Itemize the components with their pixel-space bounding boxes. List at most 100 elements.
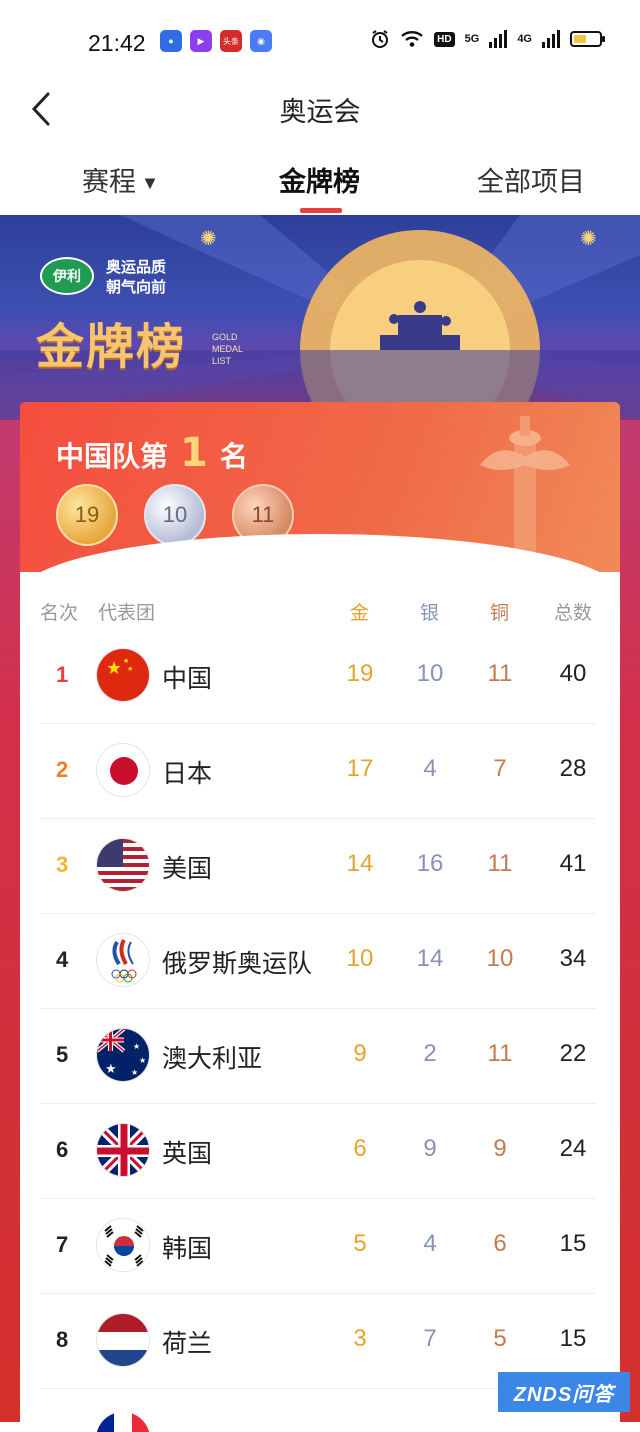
row-gold: 6 bbox=[353, 1135, 367, 1162]
tab-all-events[interactable]: 全部项目 bbox=[477, 160, 585, 199]
row-silver: 14 bbox=[416, 945, 444, 972]
row-team-name: 韩国 bbox=[162, 1234, 213, 1263]
uk-flag-icon bbox=[96, 1123, 150, 1177]
china-rank-text: 中国队第 1 名 bbox=[56, 430, 248, 476]
row-gold: 14 bbox=[346, 850, 374, 877]
netherlands-flag-icon bbox=[96, 1313, 150, 1367]
row-bronze: 11 bbox=[487, 850, 513, 877]
row-silver: 4 bbox=[423, 1230, 437, 1257]
rank-suffix: 名 bbox=[219, 440, 248, 473]
znds-watermark: ZNDS问答 bbox=[498, 1372, 630, 1412]
qq-app-icon: ◉ bbox=[250, 30, 272, 52]
header-total: 总数 bbox=[554, 602, 593, 624]
svg-text:★: ★ bbox=[133, 1042, 140, 1051]
usa-flag-icon bbox=[96, 838, 150, 892]
svg-text:★: ★ bbox=[131, 1068, 138, 1077]
row-total: 22 bbox=[559, 1040, 587, 1067]
tab-medal-table[interactable]: 金牌榜 bbox=[279, 160, 360, 199]
silver-medal-badge: 10 bbox=[144, 484, 206, 546]
toutiao-app-icon: 头条 bbox=[220, 30, 242, 52]
header-silver: 银 bbox=[420, 602, 440, 624]
row-silver: 9 bbox=[423, 1135, 437, 1162]
row-total: 28 bbox=[559, 755, 587, 782]
banner-subtitle-line-3: LIST bbox=[212, 356, 232, 366]
slogan-line-2: 朝气向前 bbox=[106, 278, 167, 296]
page-title: 奥运会 bbox=[279, 97, 361, 128]
banner-title: 金牌榜 bbox=[36, 319, 187, 375]
row-silver: 16 bbox=[416, 850, 444, 877]
banner-slogan: 奥运品质 朝气向前 bbox=[106, 257, 166, 297]
row-gold: 10 bbox=[346, 945, 374, 972]
row-team-name: 荷兰 bbox=[162, 1329, 213, 1358]
gold-medal-badge: 19 bbox=[56, 484, 118, 546]
row-rank: 1 bbox=[56, 662, 69, 687]
svg-text:★: ★ bbox=[105, 1062, 117, 1077]
baidu-app-icon: ● bbox=[160, 30, 182, 52]
status-bar: 21:42 ● ▶ 头条 ◉ HD 5G 4G bbox=[0, 0, 640, 84]
banner-subtitle-line-2: MEDAL bbox=[212, 344, 244, 354]
svg-text:★: ★ bbox=[127, 665, 133, 673]
network-5g-label: 5G bbox=[464, 33, 480, 45]
row-rank: 3 bbox=[56, 852, 69, 877]
table-row[interactable]: 7 韩国 5 4 6 15 bbox=[40, 1198, 596, 1294]
row-silver: 10 bbox=[416, 660, 444, 687]
table-row[interactable]: 2 日本 17 4 7 28 bbox=[40, 723, 596, 819]
status-indicators: HD 5G 4G bbox=[370, 29, 605, 49]
row-silver: 7 bbox=[423, 1325, 437, 1352]
status-time: 21:42 bbox=[88, 30, 146, 56]
firework-icon: ✺ bbox=[200, 226, 217, 250]
tab-schedule[interactable]: 赛程 ▼ bbox=[82, 160, 155, 199]
table-row[interactable]: 1 ★ ★ ★ 中国 19 10 11 40 bbox=[40, 628, 596, 724]
table-row[interactable]: 4 俄罗斯奥运队 10 14 10 34 bbox=[40, 913, 596, 1009]
row-team-name: 日本 bbox=[162, 759, 213, 788]
svg-text:★: ★ bbox=[139, 1056, 146, 1065]
table-row[interactable]: 6 英国 6 9 9 24 bbox=[40, 1103, 596, 1199]
row-gold: 3 bbox=[353, 1325, 367, 1352]
china-flag-icon: ★ ★ ★ bbox=[96, 648, 150, 702]
rank-number: 1 bbox=[180, 430, 208, 476]
row-total: 24 bbox=[559, 1135, 587, 1162]
row-bronze: 7 bbox=[493, 755, 507, 782]
svg-text:★: ★ bbox=[106, 658, 122, 679]
row-rank: 6 bbox=[56, 1137, 69, 1162]
row-team-name: 俄罗斯奥运队 bbox=[162, 949, 313, 978]
yili-logo: 伊利 bbox=[40, 257, 94, 295]
table-row[interactable]: 3 美国 14 16 11 41 bbox=[40, 818, 596, 914]
china-summary-header: 中国队第 1 名 19 10 11 bbox=[20, 402, 620, 594]
hd-indicator: HD bbox=[434, 31, 455, 47]
medal-table-card: 中国队第 1 名 19 10 11 名次 代表团 金 银 铜 总数 1 ★ ★ ★ 中国… bbox=[20, 402, 620, 1432]
rank-prefix: 中国队第 bbox=[56, 440, 169, 473]
tab-schedule-label: 赛程 bbox=[82, 167, 136, 198]
korea-flag-icon bbox=[96, 1218, 150, 1272]
video-app-icon: ▶ bbox=[190, 30, 212, 52]
row-rank: 4 bbox=[56, 947, 69, 972]
row-total: 41 bbox=[559, 850, 587, 877]
signal-4g-icon bbox=[542, 30, 560, 48]
huabiao-pillar-graphic bbox=[480, 416, 570, 560]
row-total: 40 bbox=[559, 660, 587, 687]
firework-icon: ✺ bbox=[580, 226, 597, 250]
header-team: 代表团 bbox=[98, 602, 156, 624]
table-row[interactable]: 5 ★ ★ ★ ★ 澳大利亚 9 2 11 22 bbox=[40, 1008, 596, 1104]
row-bronze: 5 bbox=[493, 1325, 507, 1352]
medal-banner: ✺ ✺ 伊利 奥运品质 朝气向前 金牌榜 GOLD MEDAL LIST bbox=[0, 215, 640, 420]
row-rank: 5 bbox=[56, 1042, 69, 1067]
header-rank: 名次 bbox=[40, 602, 79, 624]
status-app-icons: ● ▶ 头条 ◉ bbox=[160, 30, 272, 52]
header-bronze: 铜 bbox=[490, 602, 510, 624]
table-header: 名次 代表团 金 银 铜 总数 bbox=[20, 598, 620, 628]
japan-flag-icon bbox=[96, 743, 150, 797]
tab-bar: 赛程 ▼ 金牌榜 全部项目 bbox=[0, 150, 640, 215]
slogan-line-1: 奥运品质 bbox=[106, 258, 167, 276]
caret-down-icon: ▼ bbox=[144, 175, 156, 192]
tab-all-events-label: 全部项目 bbox=[477, 167, 585, 198]
active-tab-indicator bbox=[300, 208, 342, 213]
banner-subtitle-line-1: GOLD bbox=[212, 332, 238, 342]
nav-bar: 奥运会 bbox=[0, 84, 640, 140]
alarm-icon bbox=[372, 30, 389, 48]
svg-text:★: ★ bbox=[123, 657, 129, 665]
row-total: 15 bbox=[559, 1325, 587, 1352]
row-team-name: 澳大利亚 bbox=[162, 1044, 263, 1073]
row-rank: 2 bbox=[56, 757, 69, 782]
row-bronze: 6 bbox=[493, 1230, 507, 1257]
